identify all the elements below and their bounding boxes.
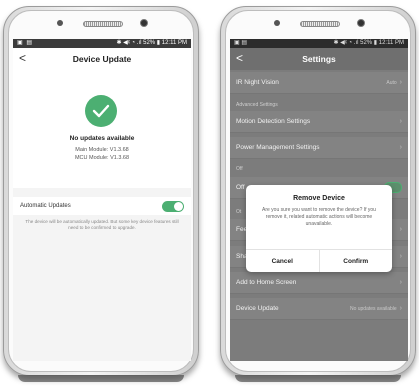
settings-header: < Settings: [230, 48, 408, 70]
front-camera: [274, 20, 280, 26]
back-icon[interactable]: <: [19, 51, 26, 65]
checkmark-icon: [85, 95, 117, 127]
add-to-home-row[interactable]: Add to Home Screen ›: [230, 272, 408, 294]
chevron-right-icon: ›: [399, 226, 402, 233]
chevron-right-icon: ›: [399, 79, 402, 86]
chevron-right-icon: ›: [399, 118, 402, 125]
mcu-module-version: MCU Module: V1.3.68: [74, 155, 130, 161]
earpiece-speaker: [300, 21, 340, 27]
device-update-label: Device Update: [236, 305, 279, 312]
automatic-updates-label: Automatic Updates: [20, 203, 71, 209]
update-status-panel: No updates available Main Module: V1.3.6…: [13, 70, 191, 188]
dialog-buttons: Cancel Confirm: [246, 249, 392, 272]
status-icons-right: ✱ ◀ᵡ ⁠◔ .ıl 52% ▮ 12:11 PM: [333, 40, 404, 46]
chevron-right-icon: ›: [399, 144, 402, 151]
back-icon[interactable]: <: [236, 51, 243, 65]
left-screen: ▣ ▤ ✱ ◀ᵡ ⁠◔ .ıl 52% ▮ 12:11 PM < Device …: [13, 39, 191, 361]
power-management-label: Power Management Settings: [236, 144, 320, 151]
left-phone: ▣ ▤ ✱ ◀ᵡ ⁠◔ .ıl 52% ▮ 12:11 PM < Device …: [3, 6, 199, 382]
confirm-button[interactable]: Confirm: [320, 250, 393, 272]
automatic-updates-note: The device will be automatically updated…: [25, 219, 179, 230]
page-title: Settings: [302, 54, 336, 64]
other-section-header: Ot: [236, 209, 242, 215]
motion-detection-row[interactable]: Motion Detection Settings ›: [230, 111, 408, 133]
off-row-label: Off: [236, 184, 245, 191]
toggle-knob: [174, 201, 183, 211]
remove-device-dialog: Remove Device Are you sure you want to r…: [246, 185, 392, 272]
status-bar: ▣ ▤ ✱ ◀ᵡ ⁠◔ .ıl 52% ▮ 12:11 PM: [13, 39, 191, 48]
front-camera: [57, 20, 63, 26]
proximity-sensor: [140, 19, 148, 27]
ir-night-vision-value: Auto: [386, 80, 397, 86]
advanced-settings-header: Advanced Settings: [236, 102, 278, 108]
status-icons-right: ✱ ◀ᵡ ⁠◔ .ıl 52% ▮ 12:11 PM: [116, 40, 187, 46]
motion-detection-label: Motion Detection Settings: [236, 118, 311, 125]
chevron-right-icon: ›: [399, 279, 402, 286]
status-bar: ▣ ▤ ✱ ◀ᵡ ⁠◔ .ıl 52% ▮ 12:11 PM: [230, 39, 408, 48]
earpiece-speaker: [83, 21, 123, 27]
device-update-value: No updates available: [349, 306, 397, 312]
automatic-updates-row[interactable]: Automatic Updates: [13, 197, 191, 215]
power-management-row[interactable]: Power Management Settings ›: [230, 137, 408, 159]
cancel-button[interactable]: Cancel: [246, 250, 320, 272]
main-module-version: Main Module: V1.3.68: [75, 147, 129, 153]
add-to-home-label: Add to Home Screen: [236, 279, 297, 286]
device-update-row[interactable]: Device Update No updates available ›: [230, 298, 408, 320]
ir-night-vision-row[interactable]: IR Night Vision Auto ›: [230, 72, 408, 94]
no-updates-text: No updates available: [69, 135, 135, 142]
right-screen: ▣ ▤ ✱ ◀ᵡ ⁠◔ .ıl 52% ▮ 12:11 PM < Setting…: [230, 39, 408, 361]
automatic-updates-toggle[interactable]: [162, 200, 184, 212]
phone-shadow: [18, 375, 184, 382]
chevron-right-icon: ›: [399, 253, 402, 260]
page-title: Device Update: [72, 54, 132, 64]
dialog-message: Are you sure you want to remove the devi…: [262, 207, 376, 227]
dialog-title: Remove Device: [293, 195, 345, 202]
proximity-sensor: [357, 19, 365, 27]
status-icons-left: ▣ ▤: [17, 40, 34, 46]
right-phone: ▣ ▤ ✱ ◀ᵡ ⁠◔ .ıl 52% ▮ 12:11 PM < Setting…: [220, 6, 416, 382]
device-update-header: < Device Update: [13, 48, 191, 70]
status-icons-left: ▣ ▤: [234, 40, 248, 46]
phone-shadow: [235, 375, 401, 382]
ir-night-vision-label: IR Night Vision: [236, 79, 279, 86]
chevron-right-icon: ›: [399, 305, 402, 312]
off-section-header: Off: [236, 166, 243, 172]
